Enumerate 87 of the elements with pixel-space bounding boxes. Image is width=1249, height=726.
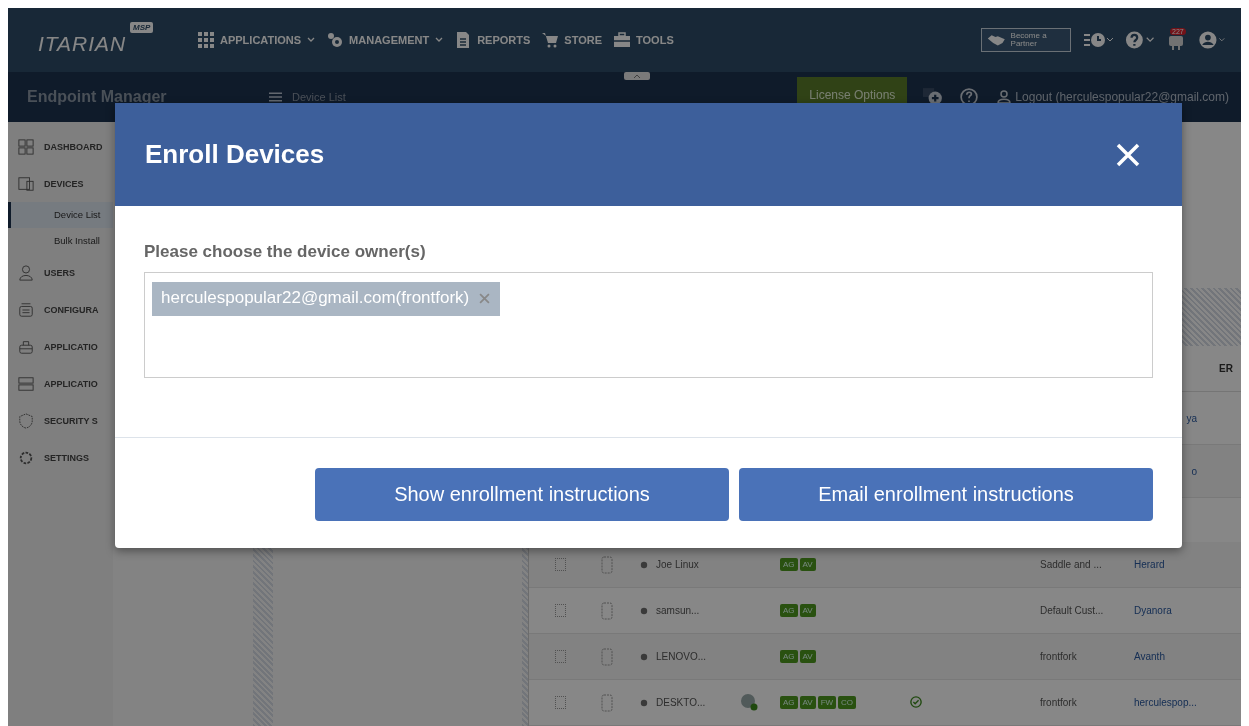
device-icon: [600, 601, 614, 620]
sidebar-item[interactable]: DASHBOARD: [8, 128, 113, 165]
user-icon: [997, 90, 1012, 104]
sidebar-item[interactable]: APPLICATIO: [8, 365, 113, 402]
component-tag: AG: [780, 696, 798, 709]
gear-icon: [18, 449, 34, 466]
row-checkbox[interactable]: [555, 650, 566, 663]
owner-select-field[interactable]: herculespopular22@gmail.com(frontfork): [144, 272, 1153, 378]
device-status-icon: [640, 560, 648, 569]
table-cell-text: Default Cust...: [1040, 605, 1105, 616]
component-tag: AV: [799, 696, 816, 709]
table-cell-text: Saddle and ...: [1040, 559, 1103, 570]
component-tag: CO: [838, 696, 857, 709]
device-name[interactable]: LENOVO...: [656, 651, 706, 662]
dialog-title: Enroll Devices: [145, 139, 325, 170]
sidebar-item[interactable]: USERS: [8, 254, 113, 291]
logo[interactable]: ITARIAN: [38, 32, 127, 60]
become-partner-button[interactable]: Become a Partner: [981, 28, 1071, 52]
sidebar-item[interactable]: SECURITY S: [8, 402, 113, 439]
collapse-tab-icon[interactable]: [622, 72, 652, 80]
menu-icon[interactable]: [269, 92, 282, 102]
help-menu-icon[interactable]: [1125, 31, 1155, 49]
component-tag: AG: [780, 604, 798, 617]
user-icon: [18, 264, 34, 281]
close-icon[interactable]: [1116, 142, 1140, 167]
document-icon: [455, 32, 472, 48]
device-status-icon: [640, 652, 648, 661]
owner-link[interactable]: Herard: [1130, 559, 1208, 570]
component-tag: FW: [817, 696, 837, 709]
table-cell-text: frontfork: [1040, 697, 1078, 708]
device-name[interactable]: DESKTO...: [656, 697, 706, 708]
toolbox-icon: [614, 32, 631, 48]
device-icon: [600, 693, 614, 712]
nav-menu-item[interactable]: MANAGEMENT: [327, 32, 444, 48]
package-icon: [18, 338, 34, 355]
row-checkbox[interactable]: [555, 558, 566, 571]
owner-link[interactable]: Avanth: [1130, 651, 1208, 662]
gears-icon: [327, 32, 344, 48]
instructions-button[interactable]: Show enrollment instructions: [315, 468, 729, 521]
owner-email: herculespopular22@gmail.com(frontfork): [161, 288, 470, 308]
sidebar-item[interactable]: DEVICES: [8, 165, 113, 202]
add-icon[interactable]: [923, 88, 944, 106]
document-stack-icon: [18, 301, 34, 318]
component-tag: AG: [780, 650, 798, 663]
table-cell-text: frontfork: [1040, 651, 1078, 662]
help-icon[interactable]: [959, 88, 980, 106]
logo-badge: MSP: [130, 22, 154, 33]
sidebar-item[interactable]: APPLICATIO: [8, 328, 113, 365]
row-checkbox[interactable]: [555, 604, 566, 617]
owner-link[interactable]: Dyanora: [1130, 605, 1208, 616]
notification-icon[interactable]: [1167, 33, 1185, 51]
device-name[interactable]: samsun...: [656, 605, 700, 616]
device-status-icon: [640, 606, 648, 615]
sidebar-item[interactable]: CONFIGURA: [8, 291, 113, 328]
devices-icon: [18, 175, 34, 192]
component-tag: AG: [780, 558, 798, 571]
owner-link[interactable]: ya: [1182, 412, 1241, 424]
nav-menu-item[interactable]: REPORTS: [455, 32, 531, 48]
nav-menu-item[interactable]: STORE: [542, 32, 603, 48]
nav-menu-item[interactable]: APPLICATIONS: [198, 32, 316, 48]
app-title: Endpoint Manager: [27, 88, 168, 106]
device-status-icon: [640, 698, 648, 707]
sidebar-subitem[interactable]: Device List: [8, 202, 113, 228]
component-tag: AV: [799, 558, 816, 571]
component-tag: AV: [799, 650, 816, 663]
field-label: Please choose the device owner(s): [144, 242, 427, 262]
storefront-icon: [18, 375, 34, 392]
device-name[interactable]: Joe Linux: [656, 559, 699, 570]
logout-link[interactable]: Logout (herculespopular22@gmail.com): [1015, 90, 1229, 104]
component-tag: AV: [799, 604, 816, 617]
row-checkbox[interactable]: [555, 696, 566, 709]
column-header: ER: [1219, 363, 1233, 374]
shield-icon: [18, 412, 34, 429]
sidebar-item[interactable]: SETTINGS: [8, 439, 113, 476]
grid-icon: [198, 32, 214, 48]
handshake-icon: [987, 33, 1006, 47]
dashboard-icon: [18, 138, 34, 155]
account-menu-icon[interactable]: [1197, 31, 1227, 49]
device-icon: [600, 555, 614, 574]
cart-icon: [542, 32, 559, 48]
owner-link[interactable]: o: [1187, 465, 1241, 477]
instructions-button[interactable]: Email enrollment instructions: [739, 468, 1153, 521]
device-icon: [600, 647, 614, 666]
sidebar-subitem[interactable]: Bulk Install: [8, 228, 113, 254]
history-menu-icon[interactable]: [1083, 31, 1113, 49]
nav-menu-item[interactable]: TOOLS: [614, 32, 674, 48]
owner-link[interactable]: herculespop...: [1130, 697, 1208, 708]
